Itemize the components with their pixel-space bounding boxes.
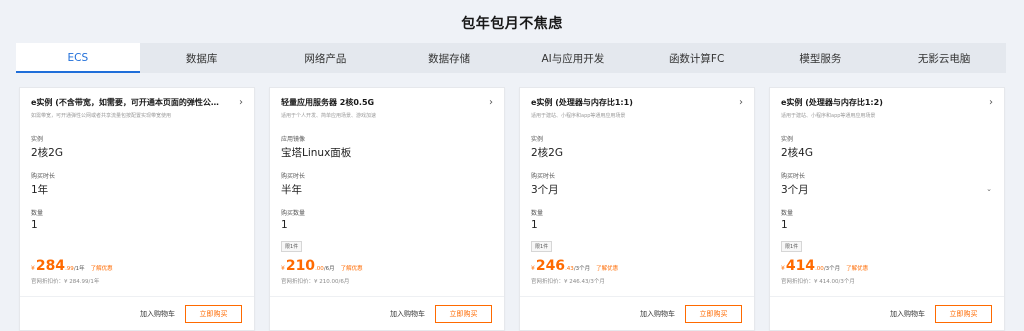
card-header[interactable]: e实例 (处理器与内存比1:1) › 适用于建站、小程序和app等通用应用场景 (531, 97, 743, 119)
quantity-label: 数量 (781, 210, 794, 217)
chevron-right-icon[interactable]: › (739, 97, 743, 108)
tab-storage[interactable]: 数据存储 (387, 43, 511, 73)
limit-badge: 限1件 (781, 241, 803, 252)
quantity-value[interactable]: 1 (281, 219, 288, 231)
quantity-value[interactable]: 1 (31, 219, 38, 231)
chevron-right-icon[interactable]: › (989, 97, 993, 108)
buy-now-button[interactable]: 立即购买 (435, 304, 492, 323)
price-decimal: .00 (815, 266, 824, 272)
limit-badge: 限1件 (281, 241, 303, 252)
original-price: 官网折扣价：¥ 246.43/3个月 (531, 279, 605, 285)
page-title: 包年包月不焦虑 (461, 16, 563, 32)
product-cards: e实例 (不含带宽，如需要，可开通本页面的弹性公… › 如需带宽，可开通弹性公网… (19, 87, 1005, 331)
currency-symbol: ¥ (31, 265, 35, 272)
original-price: 官网折扣价：¥ 284.99/1年 (31, 279, 100, 285)
buy-now-button[interactable]: 立即购买 (185, 304, 242, 323)
card-subtitle: 适用于建站、小程序和app等通用应用场景 (781, 113, 876, 119)
price: ¥ 284 .99 /1年 了解优惠 (31, 258, 113, 274)
instance-label: 实例 (531, 136, 544, 143)
deal-link[interactable]: 了解优惠 (596, 264, 618, 272)
card-footer: 加入购物车 立即购买 (770, 296, 1004, 330)
price-decimal: .00 (315, 266, 324, 272)
card-subtitle: 如需带宽，可开通弹性公网或者共享流量包按配置实现带宽使用 (31, 113, 172, 119)
buy-now-button[interactable]: 立即购买 (685, 304, 742, 323)
tab-database[interactable]: 数据库 (140, 43, 264, 73)
chevron-right-icon[interactable]: › (239, 97, 243, 108)
duration-value[interactable]: 3个月 (531, 182, 559, 197)
product-card: e实例 (不含带宽，如需要，可开通本页面的弹性公… › 如需带宽，可开通弹性公网… (19, 87, 255, 331)
card-header[interactable]: e实例 (处理器与内存比1:2) › 适用于建站、小程序和app等通用应用场景 (781, 97, 993, 119)
quantity-label: 数量 (531, 210, 544, 217)
card-footer: 加入购物车 立即购买 (520, 296, 754, 330)
quantity-label: 购买数量 (281, 210, 306, 217)
price: ¥ 414 .00 /3个月 了解优惠 (781, 258, 868, 274)
price-unit: /1年 (73, 266, 85, 272)
instance-label: 实例 (31, 136, 44, 143)
tab-network[interactable]: 网络产品 (264, 43, 388, 73)
limit-badge: 限1件 (531, 241, 553, 252)
chevron-down-icon[interactable]: ⌄ (986, 185, 992, 193)
add-to-cart-button[interactable]: 加入购物车 (890, 309, 925, 319)
quantity-value[interactable]: 1 (531, 219, 538, 231)
original-price: 官网折扣价：¥ 414.00/3个月 (781, 279, 855, 285)
price: ¥ 210 .00 /6月 了解优惠 (281, 258, 363, 274)
price: ¥ 246 .43 /3个月 了解优惠 (531, 258, 618, 274)
card-title: e实例 (处理器与内存比1:2) (781, 98, 883, 107)
chevron-right-icon[interactable]: › (489, 97, 493, 108)
card-subtitle: 适用于个人开发、简单应用场景、游戏加速 (281, 113, 377, 119)
duration-label: 购买时长 (31, 173, 56, 180)
product-card: 轻量应用服务器 2核0.5G › 适用于个人开发、简单应用场景、游戏加速 应用镜… (269, 87, 505, 331)
tab-function-compute[interactable]: 函数计算FC (635, 43, 759, 73)
product-card: e实例 (处理器与内存比1:1) › 适用于建站、小程序和app等通用应用场景 … (519, 87, 755, 331)
deal-link[interactable]: 了解优惠 (341, 264, 363, 272)
instance-label: 实例 (781, 136, 794, 143)
duration-label: 购买时长 (781, 173, 806, 180)
card-footer: 加入购物车 立即购买 (20, 296, 254, 330)
buy-now-button[interactable]: 立即购买 (935, 304, 992, 323)
add-to-cart-button[interactable]: 加入购物车 (640, 309, 675, 319)
quantity-value[interactable]: 1 (781, 219, 788, 231)
instance-value[interactable]: 2核2G (31, 145, 63, 160)
deal-link[interactable]: 了解优惠 (91, 264, 113, 272)
price-integer: 284 (35, 258, 66, 274)
currency-symbol: ¥ (531, 265, 535, 272)
currency-symbol: ¥ (781, 265, 785, 272)
duration-value[interactable]: 1年 (31, 182, 48, 197)
card-title: e实例 (不含带宽，如需要，可开通本页面的弹性公… (31, 98, 219, 107)
currency-symbol: ¥ (281, 265, 285, 272)
price-decimal: .43 (565, 266, 574, 272)
price-integer: 414 (785, 258, 816, 274)
card-header[interactable]: 轻量应用服务器 2核0.5G › 适用于个人开发、简单应用场景、游戏加速 (281, 97, 493, 119)
price-unit: /3个月 (823, 266, 841, 272)
tab-ai-dev[interactable]: AI与应用开发 (511, 43, 635, 73)
deal-link[interactable]: 了解优惠 (846, 264, 868, 272)
add-to-cart-button[interactable]: 加入购物车 (140, 309, 175, 319)
instance-value[interactable]: 2核2G (531, 145, 563, 160)
price-integer: 246 (535, 258, 566, 274)
card-header[interactable]: e实例 (不含带宽，如需要，可开通本页面的弹性公… › 如需带宽，可开通弹性公网… (31, 97, 243, 119)
card-subtitle: 适用于建站、小程序和app等通用应用场景 (531, 113, 626, 119)
image-value[interactable]: 宝塔Linux面板 (281, 145, 351, 160)
product-tabs: ECS 数据库 网络产品 数据存储 AI与应用开发 函数计算FC 模型服务 无影… (16, 43, 1006, 73)
tab-model-service[interactable]: 模型服务 (759, 43, 883, 73)
tab-cloud-desktop[interactable]: 无影云电脑 (882, 43, 1006, 73)
original-price: 官网折扣价：¥ 210.00/6月 (281, 279, 350, 285)
card-footer: 加入购物车 立即购买 (270, 296, 504, 330)
card-title: 轻量应用服务器 2核0.5G (281, 98, 375, 107)
price-decimal: .99 (65, 266, 74, 272)
instance-value[interactable]: 2核4G (781, 145, 813, 160)
tab-ecs[interactable]: ECS (16, 43, 140, 73)
product-card: e实例 (处理器与内存比1:2) › 适用于建站、小程序和app等通用应用场景 … (769, 87, 1005, 331)
price-integer: 210 (285, 258, 316, 274)
price-unit: /6月 (323, 266, 335, 272)
duration-label: 购买时长 (281, 173, 306, 180)
price-unit: /3个月 (573, 266, 591, 272)
duration-value[interactable]: 半年 (281, 182, 302, 197)
card-title: e实例 (处理器与内存比1:1) (531, 98, 633, 107)
duration-label: 购买时长 (531, 173, 556, 180)
duration-select[interactable]: 3个月 (781, 182, 809, 197)
quantity-label: 数量 (31, 210, 44, 217)
image-label: 应用镜像 (281, 136, 306, 143)
add-to-cart-button[interactable]: 加入购物车 (390, 309, 425, 319)
